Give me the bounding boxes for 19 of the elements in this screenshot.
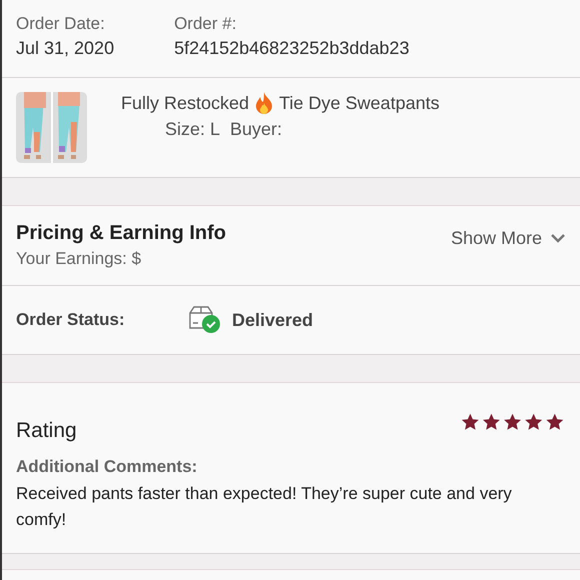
buyer-label: Buyer: [230,119,282,140]
item-size: Size: L [165,119,220,140]
show-more-button[interactable]: Show More [450,226,566,250]
order-number-label: Order #: [174,14,238,34]
comments-label: Additional Comments: [16,457,198,477]
order-date: Jul 31, 2020 [16,38,114,59]
chevron-down-icon [550,233,566,243]
delivered-box-icon [188,305,222,335]
section-title: Rating [16,419,77,443]
order-date-label: Order Date: [16,14,106,34]
earnings-label: Your Earnings: $ [16,249,142,269]
item-title: Tie Dye Sweatpants [279,92,440,114]
order-status-label: Order Status: [16,310,126,330]
item-title: Fully Restocked [121,92,250,114]
flame-icon [255,92,274,114]
order-number: 5f24152b46823252b3ddab23 [174,38,410,59]
comment-text: Received pants faster than expected! They’re super cute and very comfy! [16,483,513,532]
order-status: Delivered [232,310,314,330]
section-title: Pricing & Earning Info [16,222,226,245]
